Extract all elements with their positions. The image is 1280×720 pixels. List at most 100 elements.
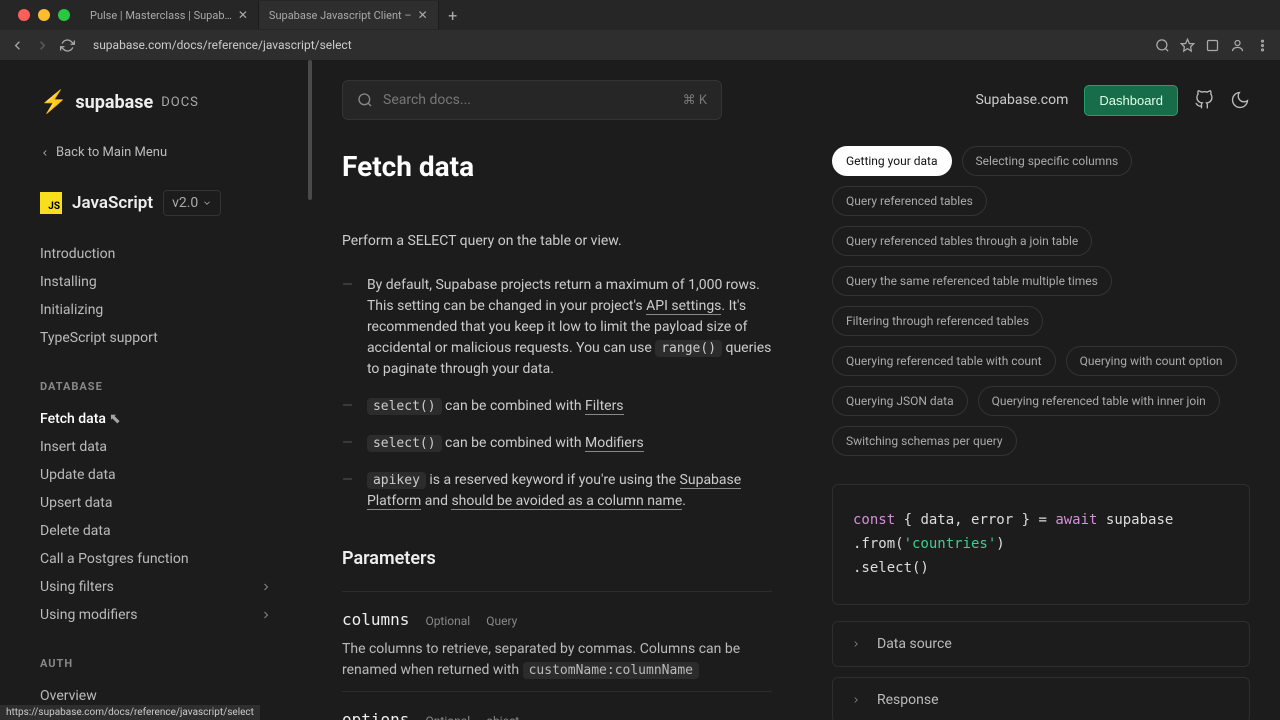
profile-icon[interactable] [1230, 38, 1245, 53]
inline-code: select() [367, 435, 442, 452]
chevron-right-icon [851, 639, 861, 649]
address-bar[interactable]: supabase.com/docs/reference/javascript/s… [85, 38, 1145, 52]
sidebar-item-label: TypeScript support [40, 330, 158, 346]
back-to-main-menu-link[interactable]: Back to Main Menu [40, 145, 272, 160]
api-settings-link[interactable]: API settings [646, 298, 721, 315]
param-tag: Optional [425, 614, 470, 628]
page-title: Fetch data [342, 150, 772, 183]
sidebar-item-label: Insert data [40, 439, 107, 455]
search-shortcut: ⌘ K [683, 93, 707, 108]
modifiers-link[interactable]: Modifiers [585, 435, 644, 452]
sidebar-item-installing[interactable]: Installing [40, 268, 272, 296]
inline-code: range() [655, 340, 722, 357]
browser-tab-inactive[interactable]: Pulse | Masterclass | Supab… ✕ [80, 1, 259, 29]
filters-link[interactable]: Filters [585, 398, 624, 415]
data-source-accordion[interactable]: Data source [832, 621, 1250, 667]
chevron-right-icon [260, 581, 272, 593]
sidebar-item-upsert-data[interactable]: Upsert data [40, 489, 272, 517]
chevron-left-icon [40, 148, 50, 158]
theme-toggle-icon[interactable] [1230, 90, 1250, 110]
menu-icon[interactable] [1255, 38, 1270, 53]
sidebar: ⚡ supabase DOCS Back to Main Menu JS Jav… [0, 60, 312, 720]
supabase-logo-icon: ⚡ [40, 90, 67, 115]
sidebar-item-label: Initializing [40, 302, 103, 318]
param-description: The columns to retrieve, separated by co… [342, 639, 772, 681]
close-tab-icon[interactable]: ✕ [418, 8, 428, 22]
sidebar-item-using-modifiers[interactable]: Using modifiers [40, 601, 272, 629]
body-text: is a reserved keyword if you're using th… [426, 472, 680, 488]
example-chip[interactable]: Getting your data [832, 146, 952, 176]
sidebar-item-call-postgres[interactable]: Call a Postgres function [40, 545, 272, 573]
logo[interactable]: ⚡ supabase DOCS [40, 90, 272, 115]
cursor-icon: ⬉ [109, 411, 121, 427]
extensions-icon[interactable] [1205, 38, 1220, 53]
avoid-column-name-link[interactable]: should be avoided as a column name [451, 493, 682, 510]
code-sample[interactable]: const { data, error } = await supabase .… [832, 484, 1250, 605]
example-chip[interactable]: Query referenced tables [832, 186, 987, 216]
dashboard-button[interactable]: Dashboard [1084, 85, 1178, 116]
body-text: and [421, 493, 451, 509]
sidebar-section-database: DATABASE [40, 380, 272, 393]
example-chip[interactable]: Querying with count option [1066, 346, 1237, 376]
github-icon[interactable] [1194, 90, 1214, 110]
javascript-badge-icon: JS [40, 192, 62, 214]
window-controls[interactable] [8, 9, 80, 21]
parameters-heading: Parameters [342, 548, 772, 569]
sidebar-item-using-filters[interactable]: Using filters [40, 573, 272, 601]
example-chip-group: Getting your data Selecting specific col… [832, 146, 1250, 456]
browser-tab-active[interactable]: Supabase Javascript Client – ✕ [259, 1, 439, 29]
example-chip[interactable]: Selecting specific columns [962, 146, 1133, 176]
body-text: can be combined with [442, 398, 585, 414]
sidebar-item-typescript[interactable]: TypeScript support [40, 324, 272, 352]
sidebar-item-label: Using filters [40, 579, 114, 595]
search-input[interactable]: Search docs... ⌘ K [342, 80, 722, 120]
sidebar-item-initializing[interactable]: Initializing [40, 296, 272, 324]
version-label: v2.0 [172, 195, 198, 211]
sidebar-item-insert-data[interactable]: Insert data [40, 433, 272, 461]
search-icon [357, 92, 373, 108]
nav-back-icon[interactable] [10, 38, 25, 53]
browser-status-bar: https://supabase.com/docs/reference/java… [0, 705, 260, 720]
accordion-label: Response [877, 692, 939, 708]
back-label: Back to Main Menu [56, 145, 167, 160]
tab-title: Supabase Javascript Client – [269, 9, 412, 22]
example-chip[interactable]: Query the same referenced table multiple… [832, 266, 1112, 296]
new-tab-button[interactable]: + [439, 6, 467, 25]
sidebar-item-fetch-data[interactable]: Fetch data⬉ [40, 405, 272, 433]
sidebar-item-label: Upsert data [40, 495, 112, 511]
nav-forward-icon[interactable] [35, 38, 50, 53]
example-chip[interactable]: Querying referenced table with inner joi… [978, 386, 1220, 416]
example-chip[interactable]: Querying referenced table with count [832, 346, 1056, 376]
sidebar-item-label: Update data [40, 467, 116, 483]
supabase-com-link[interactable]: Supabase.com [975, 92, 1068, 108]
reload-icon[interactable] [60, 38, 75, 53]
chevron-right-icon [851, 695, 861, 705]
bookmark-icon[interactable] [1180, 38, 1195, 53]
example-chip[interactable]: Filtering through referenced tables [832, 306, 1043, 336]
sidebar-item-update-data[interactable]: Update data [40, 461, 272, 489]
example-chip[interactable]: Switching schemas per query [832, 426, 1017, 456]
close-tab-icon[interactable]: ✕ [238, 8, 248, 22]
param-options: options Optional object [342, 691, 772, 720]
sidebar-item-label: Fetch data [40, 411, 106, 427]
sidebar-item-label: Delete data [40, 523, 111, 539]
param-tag: object [486, 714, 519, 720]
version-dropdown[interactable]: v2.0 [163, 190, 221, 216]
close-window-icon[interactable] [18, 9, 30, 21]
maximize-window-icon[interactable] [58, 9, 70, 21]
example-chip[interactable]: Query referenced tables through a join t… [832, 226, 1092, 256]
zoom-icon[interactable] [1155, 38, 1170, 53]
response-accordion[interactable]: Response [832, 677, 1250, 720]
bullet-item: — apikey is a reserved keyword if you're… [342, 470, 772, 512]
example-chip[interactable]: Querying JSON data [832, 386, 968, 416]
article: Fetch data Perform a SELECT query on the… [342, 140, 772, 720]
inline-code: select() [367, 398, 442, 415]
sidebar-item-label: Overview [40, 688, 97, 704]
sidebar-item-delete-data[interactable]: Delete data [40, 517, 272, 545]
bullet-item: — By default, Supabase projects return a… [342, 275, 772, 380]
sidebar-item-introduction[interactable]: Introduction [40, 240, 272, 268]
minimize-window-icon[interactable] [38, 9, 50, 21]
inline-code: apikey [367, 472, 426, 489]
param-name: options [342, 710, 409, 720]
tab-title: Pulse | Masterclass | Supab… [90, 9, 232, 22]
